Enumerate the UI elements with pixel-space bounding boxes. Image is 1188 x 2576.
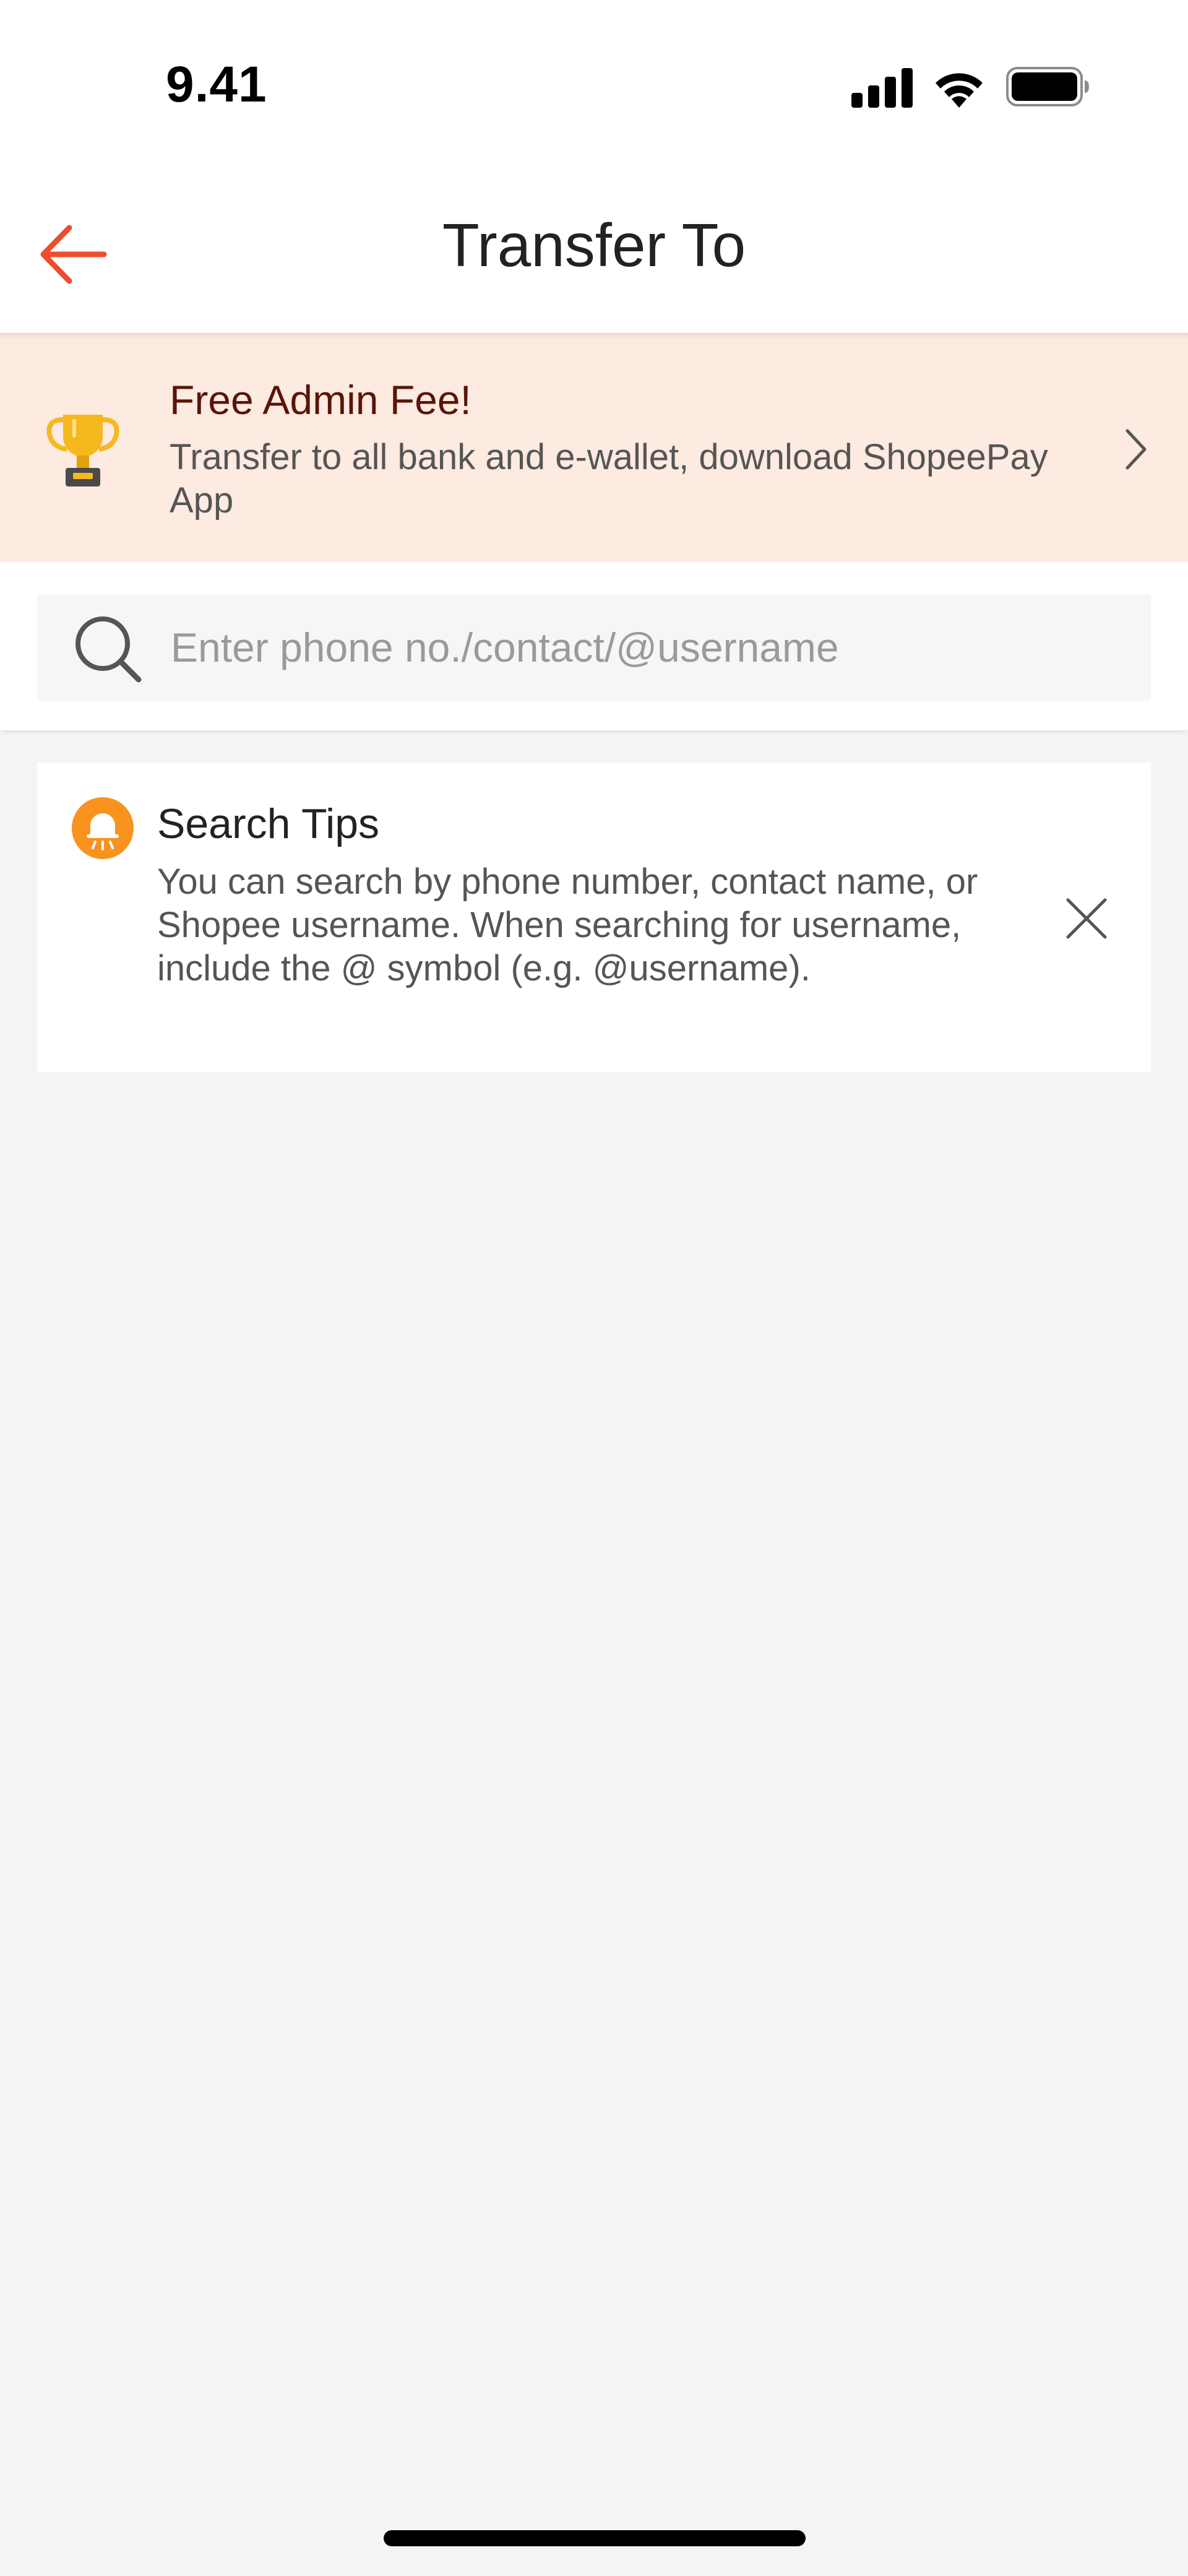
transfer-to-screen: 9.41 Transfer To Free Admin Fee! Transfe…: [0, 0, 1188, 2576]
promo-title: Free Admin Fee!: [170, 377, 471, 423]
search-tips-card: Search Tips You can search by phone numb…: [37, 763, 1151, 1072]
page-title: Transfer To: [442, 211, 746, 279]
tips-title: Search Tips: [157, 800, 380, 847]
promo-description: Transfer to all bank and e-wallet, downl…: [170, 437, 1048, 521]
promo-banner[interactable]: Free Admin Fee! Transfer to all bank and…: [0, 333, 1188, 562]
trophy-icon: [46, 415, 119, 486]
status-time: 9.41: [166, 56, 267, 113]
home-indicator[interactable]: [384, 2530, 806, 2546]
tips-body: You can search by phone number, contact …: [157, 862, 978, 988]
signal-icon: [851, 68, 913, 108]
search-area: [0, 562, 1188, 730]
search-icon: [75, 616, 142, 683]
battery-icon: [1006, 67, 1089, 106]
close-icon[interactable]: [1064, 896, 1109, 941]
status-bar: 9.41: [0, 0, 1188, 161]
chevron-right-icon: [1126, 429, 1147, 470]
wifi-icon: [936, 73, 983, 108]
search-box[interactable]: [37, 594, 1151, 701]
search-input[interactable]: [171, 616, 1136, 678]
nav-bar: Transfer To: [0, 161, 1188, 334]
bell-icon: [72, 797, 134, 859]
